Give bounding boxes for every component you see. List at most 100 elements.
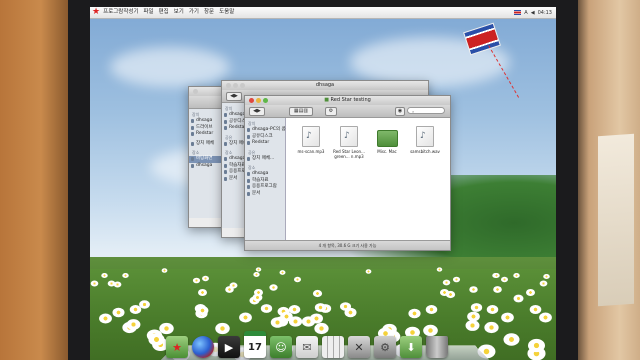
menu-file[interactable]: 파일	[144, 7, 154, 18]
file-item[interactable]: Misc. Mac	[370, 126, 404, 154]
menu-window[interactable]: 창문	[204, 7, 214, 18]
file-name: samsbitch.wav	[410, 149, 440, 154]
sidebar-heading: 공유	[248, 149, 256, 155]
daisy-flower	[339, 301, 351, 311]
trash-icon[interactable]	[426, 336, 448, 358]
home-icon	[224, 157, 227, 161]
audio-file-icon: ♪	[340, 126, 358, 147]
sidebar-item-label: 공유디스크	[252, 133, 273, 139]
close-icon[interactable]	[193, 89, 198, 94]
film-icon[interactable]: ▶	[218, 336, 240, 358]
sidebar-item-label: 드라이브	[196, 124, 213, 130]
menu-help[interactable]: 도움말	[219, 7, 234, 18]
daisy-flower	[452, 276, 460, 283]
disk-icon	[247, 141, 250, 145]
folder-icon	[224, 163, 227, 168]
document-icon	[224, 176, 227, 181]
sidebar-item-label: 장치 매체	[196, 140, 214, 146]
sidebar-item[interactable]: 장치 매체...	[245, 156, 285, 163]
menu-view[interactable]: 보기	[174, 7, 184, 18]
daisy-flower	[439, 289, 449, 297]
home-icon	[247, 172, 250, 176]
gear-icon[interactable]: ⚙	[374, 336, 396, 358]
daisy-flower	[483, 322, 499, 334]
input-a-icon[interactable]: A	[524, 10, 527, 16]
calendar-day: 17	[248, 341, 262, 353]
menu-app[interactable]: 프로그람작성기	[103, 7, 138, 18]
daisy-flower	[500, 276, 508, 283]
view-mode-button[interactable]: ▦▤▥	[289, 107, 313, 116]
sidebar-item-label: 응용프로그람	[252, 184, 277, 189]
daisy-flower	[436, 267, 443, 272]
menu-go[interactable]: 가기	[189, 7, 199, 18]
daisy-flower	[365, 268, 372, 274]
sidebar-item-label: 문서	[229, 175, 238, 181]
back-forward-button[interactable]: ◀▶	[249, 107, 265, 116]
back-forward-button[interactable]: ◀▶	[226, 92, 242, 101]
calculator-icon[interactable]	[322, 336, 344, 358]
paper-card	[598, 133, 634, 307]
media-icon	[247, 156, 250, 161]
disk-icon	[191, 125, 194, 130]
red-star-folder-icon[interactable]: ★	[166, 336, 188, 358]
file-item[interactable]: ♪ ms-scan.mp3	[294, 126, 328, 154]
sidebar-item[interactable]: 문서	[245, 191, 285, 198]
room-wall-left	[0, 0, 68, 360]
sidebar-item-label: Redstar	[196, 131, 214, 136]
sidebar-item[interactable]: Redstar	[189, 131, 225, 138]
quicklook-eye-button[interactable]: ◉	[395, 107, 405, 116]
sidebar-item-label: 문서	[252, 190, 261, 196]
sidebar: 장치 dhsaga-PC의 콤퓨터 공유디스크 Redstar 공유 장치 매체…	[245, 118, 294, 241]
file-name: Red Star Leon... green... n.mp3	[333, 149, 365, 159]
audio-file-icon: ♪	[416, 126, 434, 147]
daisy-flower	[253, 289, 263, 297]
file-item[interactable]: ♪ samsbitch.wav	[408, 126, 442, 154]
download-folder-icon[interactable]: ⬇	[400, 336, 422, 358]
sidebar-item[interactable]: dhsaga	[189, 163, 225, 170]
contacts-icon[interactable]: ☺	[270, 336, 292, 358]
folder-icon	[247, 178, 250, 183]
sidebar-item-label: Redstar	[252, 140, 270, 145]
daisy-flower	[503, 333, 520, 346]
status-text: 4 개 항목, 30.6 G 크기 사용 가능	[318, 243, 377, 248]
apps-icon	[247, 185, 250, 189]
finder-window-front[interactable]: ■ Red Star testing ◀▶ ▦▤▥ ⚙ ◉ ⌕ 장치 dhsag…	[244, 95, 451, 251]
media-icon	[191, 141, 194, 146]
search-input[interactable]: ⌕	[407, 107, 445, 114]
action-gear-button[interactable]: ⚙	[325, 107, 337, 116]
disk-icon	[224, 126, 227, 130]
file-item[interactable]: ♪ Red Star Leon... green... n.mp3	[332, 126, 366, 159]
window-toolbar: ◀▶ ▦▤▥ ⚙ ◉ ⌕	[245, 105, 450, 118]
daisy-flower	[229, 282, 238, 289]
daisy-flower	[253, 271, 260, 277]
sidebar-item[interactable]: Redstar	[245, 140, 285, 147]
desktop-icon	[191, 157, 194, 161]
window-title-label: Red Star testing	[330, 97, 371, 103]
tools-icon[interactable]: ✕	[348, 336, 370, 358]
daisy-flower	[425, 304, 438, 314]
clock[interactable]: 04:13	[538, 10, 552, 16]
mail-icon[interactable]: ✉	[296, 336, 318, 358]
daisy-flower	[527, 339, 545, 353]
sidebar-heading: 장소	[248, 165, 256, 170]
volume-icon[interactable]: ◀	[531, 10, 535, 16]
disk-icon	[224, 119, 227, 124]
calendar-icon[interactable]: 17	[244, 331, 266, 358]
window-controls	[193, 89, 198, 94]
red-star-icon[interactable]: ★	[92, 7, 100, 18]
menu-bar: ★ 프로그람작성기 파일 편집 보기 가기 창문 도움말 A ◀ 04:13	[90, 7, 556, 19]
daisy-flower	[501, 312, 515, 323]
globe-icon[interactable]	[192, 336, 214, 358]
sidebar-item[interactable]: 장치 매체	[189, 141, 225, 148]
window-toolbar	[189, 96, 225, 109]
flag-icon[interactable]	[514, 10, 522, 15]
daisy-flower	[293, 276, 301, 283]
media-icon	[224, 141, 227, 146]
document-icon	[247, 191, 250, 196]
menu-edit[interactable]: 편집	[159, 7, 169, 18]
daisy-flower	[197, 288, 207, 296]
dock: ★ ▶ 17 ☺ ✉ ✕ ⚙ ⬇	[166, 320, 486, 358]
status-bar: 4 개 항목, 30.6 G 크기 사용 가능	[245, 240, 450, 250]
home-icon	[191, 163, 194, 168]
daisy-flower	[468, 285, 478, 293]
